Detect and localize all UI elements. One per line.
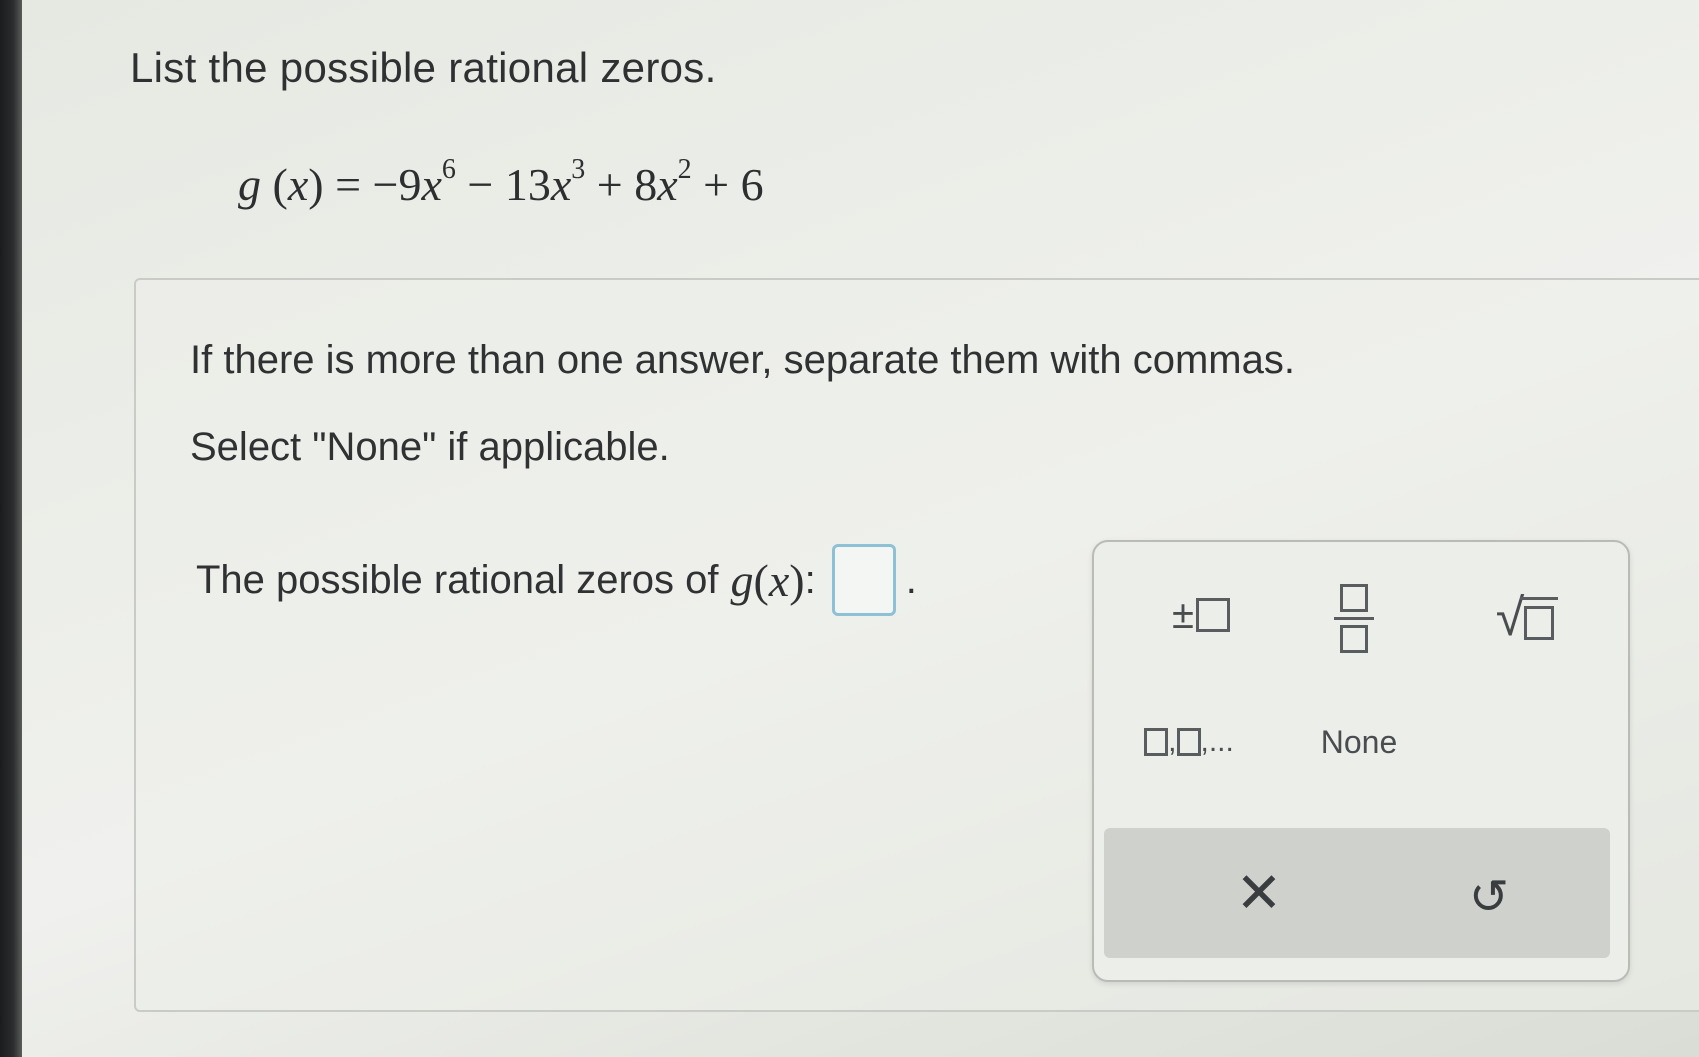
term3-variable: x [657, 159, 678, 210]
list-ellipsis: ,... [1200, 725, 1234, 758]
prompt-colon: : [804, 557, 816, 602]
list-box-1-icon [1144, 728, 1169, 756]
term1-coefficient: 9 [398, 159, 422, 210]
list-box-2-icon [1176, 728, 1201, 756]
undo-button[interactable]: ↺ [1444, 852, 1534, 942]
action-bar: ✕ ↺ [1104, 828, 1610, 958]
function-name: g [238, 159, 261, 210]
prompt-function: g(x) [730, 554, 805, 606]
screen-bezel [0, 0, 22, 1057]
term2-coefficient: 13 [504, 159, 551, 210]
page: List the possible rational zeros. g (x) … [0, 0, 1699, 1057]
term2-exponent: 3 [571, 153, 586, 185]
answer-prompt: The possible rational zeros of g(x) : . [196, 544, 917, 616]
function-variable: x [287, 159, 309, 210]
leading-minus: − [372, 159, 399, 210]
clear-button[interactable]: ✕ [1214, 848, 1304, 938]
term1-exponent: 6 [441, 153, 456, 185]
operator-2: − [467, 159, 494, 210]
fraction-button[interactable] [1312, 572, 1396, 664]
denominator-box-icon [1340, 624, 1368, 653]
term2-variable: x [550, 159, 572, 210]
constant-term: 6 [740, 159, 764, 210]
equals-sign: = [335, 159, 362, 210]
term3-exponent: 2 [677, 153, 692, 185]
instruction-none: Select "None" if applicable. [190, 425, 670, 469]
none-button[interactable]: None [1294, 712, 1424, 772]
term3-coefficient: 8 [634, 159, 658, 210]
plus-minus-icon: ± [1172, 592, 1194, 637]
placeholder-box-icon [1195, 598, 1230, 632]
fraction-bar-icon [1334, 616, 1374, 620]
plus-minus-button[interactable]: ± [1146, 580, 1256, 650]
operator-4: + [703, 159, 730, 210]
undo-icon: ↺ [1468, 871, 1510, 924]
prompt-period: . [905, 557, 917, 602]
instruction-commas: If there is more than one answer, separa… [190, 338, 1295, 382]
answer-input[interactable] [831, 544, 896, 616]
math-palette: ± √ , ,... None ✕ ↺ [1092, 540, 1630, 982]
polynomial-equation: g (x) = −9x6 − 13x3 + 8x2 + 6 [238, 153, 764, 210]
square-root-button[interactable]: √ [1472, 580, 1582, 656]
close-icon: ✕ [1235, 861, 1283, 924]
question-title: List the possible rational zeros. [130, 44, 717, 91]
prompt-text: The possible rational zeros of [196, 557, 719, 602]
radicand-box-icon [1524, 605, 1555, 640]
operator-3: + [596, 159, 623, 210]
list-button[interactable]: , ,... [1124, 712, 1254, 772]
numerator-box-icon [1340, 583, 1368, 612]
term1-variable: x [421, 159, 442, 210]
